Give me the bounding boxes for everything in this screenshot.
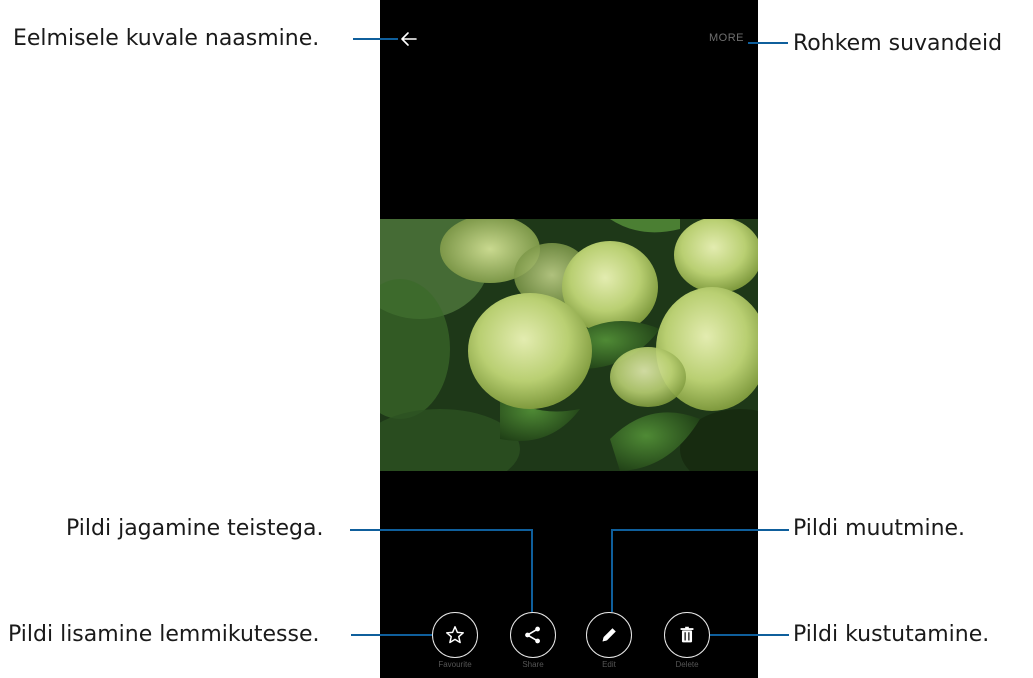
callout-favourite-line — [351, 634, 432, 636]
callout-share-line-v — [531, 529, 533, 612]
delete-button[interactable] — [664, 612, 710, 658]
callout-more-line — [748, 42, 788, 44]
share-label: Share — [522, 660, 544, 669]
callout-edit-line-v — [611, 529, 613, 612]
share-icon — [525, 626, 540, 644]
callout-favourite-text: Pildi lisamine lemmikutesse. — [8, 622, 320, 647]
favourite-label: Favourite — [438, 660, 472, 669]
share-button[interactable] — [510, 612, 556, 658]
favourite-button[interactable] — [432, 612, 478, 658]
callout-back-text: Eelmisele kuvale naasmine. — [13, 26, 320, 51]
callout-delete-line — [710, 634, 789, 636]
callout-more-text: Rohkem suvandeid — [793, 31, 1003, 56]
callout-edit-text: Pildi muutmine. — [793, 516, 966, 541]
edit-label: Edit — [602, 660, 616, 669]
trash-icon — [680, 626, 694, 643]
back-arrow-icon — [401, 32, 417, 46]
callout-back-line — [353, 38, 398, 40]
gallery-viewer-screen: MORE Favourite Share Edit Delete — [380, 0, 758, 678]
callout-share-line-h — [350, 529, 533, 531]
delete-label: Delete — [675, 660, 699, 669]
edit-button[interactable] — [586, 612, 632, 658]
photo-image — [380, 219, 758, 471]
callout-share-text: Pildi jagamine teistega. — [66, 516, 324, 541]
pencil-icon — [602, 628, 616, 642]
callout-delete-text: Pildi kustutamine. — [793, 622, 990, 647]
star-icon — [446, 626, 464, 644]
more-button[interactable]: MORE — [709, 32, 744, 44]
back-button[interactable] — [394, 24, 424, 54]
callout-edit-line-h — [611, 529, 789, 531]
